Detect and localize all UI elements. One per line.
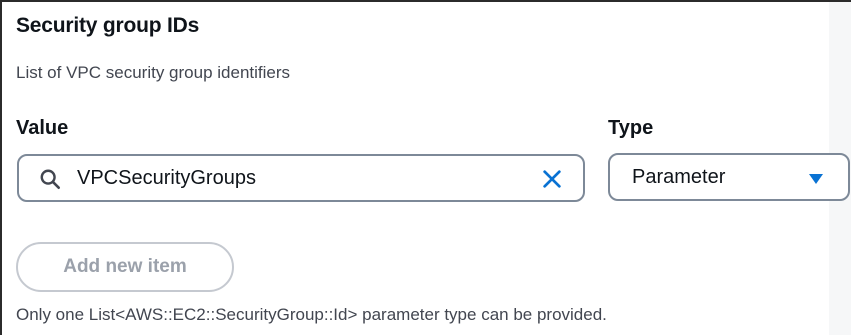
close-icon[interactable] xyxy=(541,168,563,190)
value-label: Value xyxy=(16,117,69,139)
section-description: List of VPC security group identifiers xyxy=(16,63,291,82)
type-label: Type xyxy=(608,117,654,139)
value-search-input[interactable]: VPCSecurityGroups xyxy=(17,154,585,202)
section-title: Security group IDs xyxy=(16,14,200,37)
add-new-item-button[interactable]: Add new item xyxy=(16,242,234,292)
type-select-value: Parameter xyxy=(632,166,726,188)
constraint-text: Only one List<AWS::EC2::SecurityGroup::I… xyxy=(16,305,607,324)
search-icon xyxy=(40,169,60,189)
type-select[interactable]: Parameter xyxy=(608,153,850,201)
caret-down-icon xyxy=(809,174,823,184)
search-input-value[interactable]: VPCSecurityGroups xyxy=(77,167,256,190)
